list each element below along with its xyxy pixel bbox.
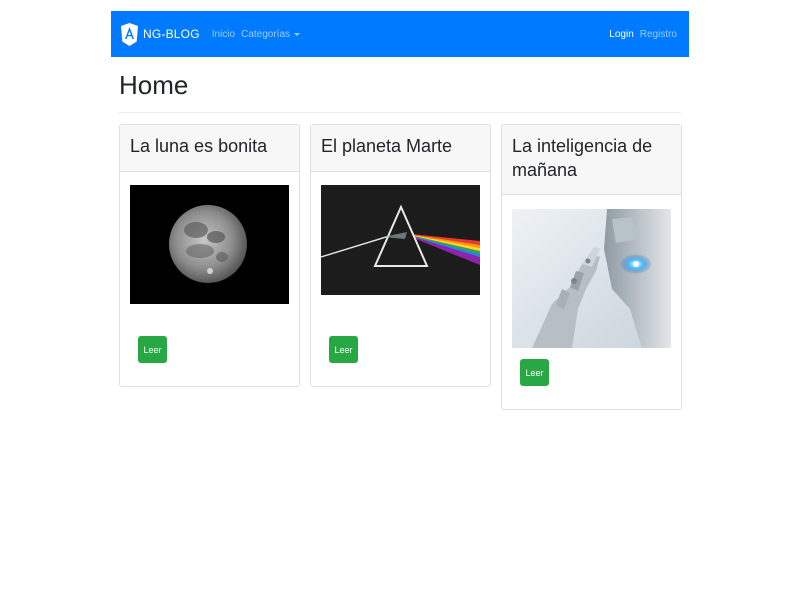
read-button[interactable]: Leer	[329, 336, 358, 363]
nav-link-inicio[interactable]: Inicio	[212, 29, 235, 40]
post-card: La inteligencia de mañana Leer	[501, 124, 682, 410]
post-card-header: La luna es bonita	[120, 125, 299, 172]
nav-link-categorias[interactable]: Categorías	[241, 29, 290, 40]
post-title: El planeta Marte	[321, 136, 453, 156]
nav-right: Login Registro	[609, 29, 677, 40]
brand[interactable]: NG-BLOG	[121, 22, 200, 46]
title-divider	[119, 112, 681, 113]
angular-logo-icon	[121, 22, 138, 46]
page-title: Home	[119, 70, 189, 100]
post-card-header: La inteligencia de mañana	[502, 125, 681, 195]
navbar: NG-BLOG Inicio Categorías Login Registro	[111, 11, 689, 57]
nav-dropdown-categorias[interactable]: Categorías	[241, 29, 301, 40]
nav-link-registro[interactable]: Registro	[640, 29, 677, 40]
post-card: El planeta Marte Leer	[310, 124, 491, 387]
robot-image	[512, 209, 671, 348]
post-title: La luna es bonita	[130, 136, 268, 156]
read-button[interactable]: Leer	[138, 336, 167, 363]
read-button[interactable]: Leer	[520, 359, 549, 386]
nav-link-login[interactable]: Login	[609, 29, 633, 40]
brand-name: NG-BLOG	[143, 27, 200, 41]
chevron-down-icon	[294, 32, 301, 36]
prism-image	[321, 185, 480, 295]
moon-image	[130, 185, 289, 304]
post-title: La inteligencia de mañana	[512, 136, 653, 180]
post-card-header: El planeta Marte	[311, 125, 490, 172]
post-card: La luna es bonita Leer	[119, 124, 300, 387]
